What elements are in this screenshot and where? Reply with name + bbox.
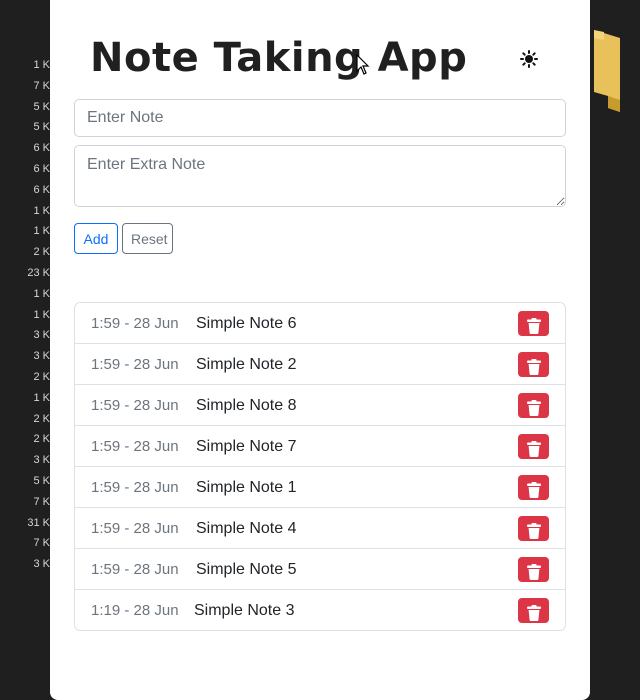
delete-note-button[interactable] <box>518 434 549 459</box>
note-timestamp: 1:59 - 28 Jun <box>91 397 179 414</box>
note-text: Simple Note 8 <box>196 397 297 414</box>
file-size-label: 1 K <box>33 287 50 300</box>
add-button[interactable]: Add <box>74 223 118 254</box>
trash-icon <box>526 481 541 498</box>
note-item: 1:59 - 28 Jun Simple Note 7 <box>75 426 565 467</box>
file-size-label: 1 K <box>33 308 50 321</box>
note-timestamp: 1:59 - 28 Jun <box>91 356 179 373</box>
file-size-label: 2 K <box>33 371 50 383</box>
file-size-label: 3 K <box>33 558 50 571</box>
delete-note-button[interactable] <box>518 475 549 500</box>
file-size-label: 2 K <box>33 412 50 425</box>
note-item: 1:59 - 28 Jun Simple Note 6 <box>75 303 565 344</box>
file-size-label: 1 K <box>33 225 50 238</box>
trash-icon <box>526 440 541 457</box>
delete-note-button[interactable] <box>518 557 549 582</box>
note-text: Simple Note 2 <box>196 356 297 373</box>
note-text: Simple Note 4 <box>196 520 297 537</box>
note-timestamp: 1:59 - 28 Jun <box>91 479 179 496</box>
trash-icon <box>526 604 541 621</box>
note-text: Simple Note 3 <box>194 602 295 619</box>
file-size-label: 7 K <box>33 537 50 550</box>
file-size-label: 1 K <box>33 59 50 71</box>
file-size-label: 1 K <box>33 391 50 404</box>
note-timestamp: 1:59 - 28 Jun <box>91 520 179 537</box>
note-input[interactable] <box>74 99 566 137</box>
note-item: 1:59 - 28 Jun Simple Note 4 <box>75 508 565 549</box>
note-text: Simple Note 6 <box>196 315 297 332</box>
folder-icon <box>594 30 620 112</box>
note-item: 1:59 - 28 Jun Simple Note 8 <box>75 385 565 426</box>
delete-note-button[interactable] <box>518 598 549 623</box>
file-size-label: 5 K <box>33 100 50 113</box>
delete-note-button[interactable] <box>518 311 549 336</box>
file-size-label: 3 K <box>33 454 50 467</box>
note-timestamp: 1:19 - 28 Jun <box>91 602 179 619</box>
file-size-label: 6 K <box>33 142 50 155</box>
trash-icon <box>526 358 541 375</box>
trash-icon <box>526 522 541 539</box>
sun-icon <box>520 50 538 68</box>
file-size-label: 7 K <box>33 79 50 92</box>
note-text: Simple Note 7 <box>196 438 297 455</box>
file-size-label: 31 K <box>27 516 50 529</box>
note-text: Simple Note 5 <box>196 561 297 578</box>
file-size-label: 5 K <box>33 475 50 487</box>
note-timestamp: 1:59 - 28 Jun <box>91 561 179 578</box>
note-timestamp: 1:59 - 28 Jun <box>91 315 179 332</box>
delete-note-button[interactable] <box>518 393 549 418</box>
theme-toggle-button[interactable] <box>518 48 540 70</box>
note-item: 1:59 - 28 Jun Simple Note 2 <box>75 344 565 385</box>
file-size-label: 2 K <box>33 246 50 259</box>
note-text: Simple Note 1 <box>196 479 297 496</box>
file-size-label: 3 K <box>33 350 50 363</box>
file-size-label: 1 K <box>33 204 50 217</box>
extra-note-textarea[interactable] <box>74 145 566 207</box>
note-item: 1:59 - 28 Jun Simple Note 1 <box>75 467 565 508</box>
file-size-label: 23 K <box>27 267 50 279</box>
file-size-label: 2 K <box>33 433 50 446</box>
delete-note-button[interactable] <box>518 352 549 377</box>
file-size-label: 6 K <box>33 183 50 196</box>
app-title: Note Taking App <box>90 35 468 81</box>
file-size-label: 6 K <box>33 163 50 175</box>
note-timestamp: 1:59 - 28 Jun <box>91 438 179 455</box>
note-item: 1:19 - 28 Jun Simple Note 3 <box>75 590 565 630</box>
file-size-label: 5 K <box>33 121 50 134</box>
trash-icon <box>526 399 541 416</box>
reset-button[interactable]: Reset <box>122 223 173 254</box>
delete-note-button[interactable] <box>518 516 549 541</box>
file-size-label: 7 K <box>33 495 50 508</box>
note-item: 1:59 - 28 Jun Simple Note 5 <box>75 549 565 590</box>
trash-icon <box>526 563 541 580</box>
note-app-panel: Note Taking App Add Reset 1:59 - 28 Jun S… <box>50 0 590 700</box>
mouse-cursor-icon <box>356 54 370 75</box>
file-size-label: 3 K <box>33 329 50 342</box>
trash-icon <box>526 317 541 334</box>
notes-list: 1:59 - 28 Jun Simple Note 6 1:59 - 28 Jun S… <box>74 302 566 631</box>
